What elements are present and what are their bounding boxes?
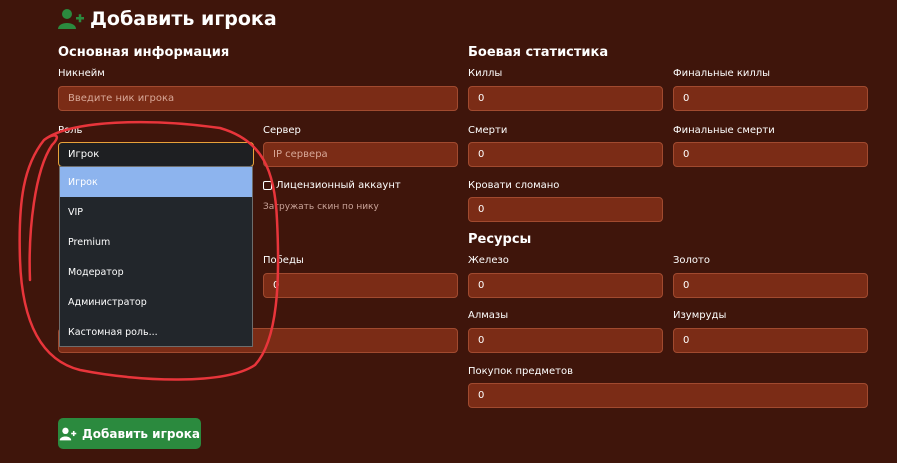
role-option-moderator[interactable]: Модератор [60,257,252,287]
deaths-input[interactable]: 0 [468,142,663,167]
final-kills-label: Финальные киллы [673,68,771,79]
nickname-input[interactable]: Введите ник игрока [58,86,458,111]
skin-hint: Загружать скин по нику [263,202,379,212]
page-title: Добавить игрока [58,8,277,30]
role-label: Роль [58,125,83,136]
diamonds-input[interactable]: 0 [468,328,663,353]
gold-label: Золото [673,255,710,266]
license-checkbox-row[interactable]: Лицензионный аккаунт [263,180,401,191]
diamonds-label: Алмазы [468,310,509,321]
license-label: Лицензионный аккаунт [276,180,401,191]
wins-input[interactable]: 0 [263,273,458,298]
purchases-label: Покупок предметов [468,366,573,377]
role-option-vip[interactable]: VIP [60,197,252,227]
role-option-premium[interactable]: Premium [60,227,252,257]
final-deaths-label: Финальные смерти [673,125,775,136]
role-select[interactable]: Игрок [58,142,254,167]
server-input[interactable]: IP сервера [263,142,458,167]
role-dropdown-menu[interactable]: Игрок VIP Premium Модератор Администрато… [59,166,253,347]
deaths-label: Смерти [468,125,508,136]
nickname-label: Никнейм [58,68,105,79]
add-player-button-label: Добавить игрока [82,426,200,441]
server-label: Сервер [263,125,301,136]
gold-input[interactable]: 0 [673,273,868,298]
final-kills-input[interactable]: 0 [673,86,868,111]
emeralds-input[interactable]: 0 [673,328,868,353]
kills-label: Киллы [468,68,503,79]
wins-label: Победы [263,255,304,266]
emeralds-label: Изумруды [673,310,727,321]
role-option-custom[interactable]: Кастомная роль... [60,317,252,347]
combat-section-title: Боевая статистика [468,45,609,60]
role-option-player[interactable]: Игрок [60,167,252,197]
beds-label: Кровати сломано [468,180,560,191]
resources-section-title: Ресурсы [468,232,532,247]
purchases-input[interactable]: 0 [468,383,868,408]
user-plus-icon [58,9,84,29]
user-plus-icon [59,427,77,440]
license-checkbox[interactable] [263,181,272,190]
page-title-text: Добавить игрока [90,8,277,30]
role-option-admin[interactable]: Администратор [60,287,252,317]
final-deaths-input[interactable]: 0 [673,142,868,167]
add-player-button[interactable]: Добавить игрока [58,418,201,449]
iron-label: Железо [468,255,509,266]
basic-section-title: Основная информация [58,45,230,60]
iron-input[interactable]: 0 [468,273,663,298]
beds-input[interactable]: 0 [468,197,663,222]
kills-input[interactable]: 0 [468,86,663,111]
